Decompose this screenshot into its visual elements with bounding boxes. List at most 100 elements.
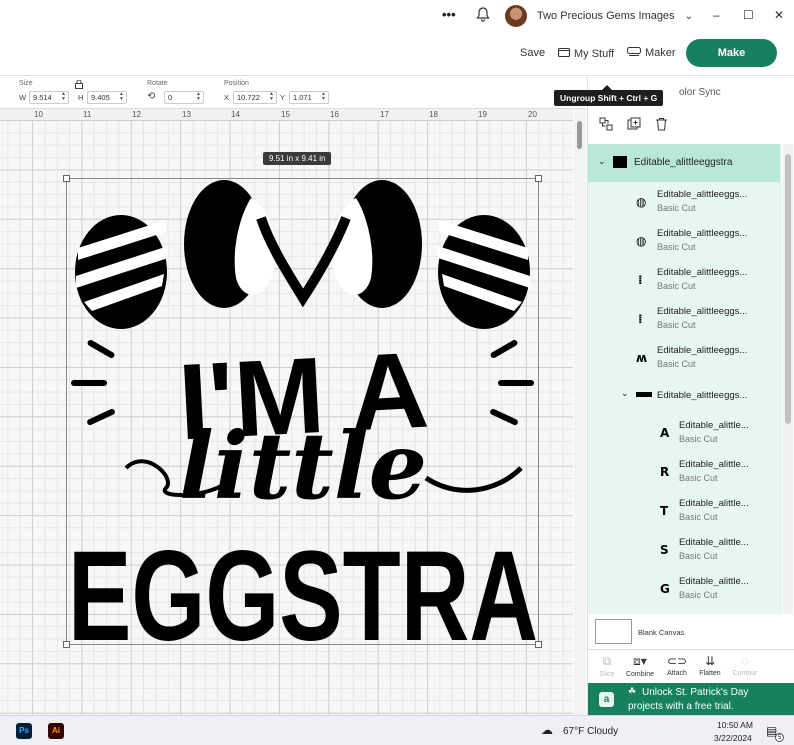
photoshop-icon[interactable]: Ps: [16, 723, 32, 739]
make-label: Make: [717, 47, 746, 59]
position-label: Position: [224, 80, 249, 87]
layer-scrollbar[interactable]: [783, 144, 793, 614]
my-stuff-button[interactable]: My Stuff: [558, 47, 614, 60]
ruler-tick: 17: [380, 110, 389, 119]
resize-handle[interactable]: [535, 641, 542, 648]
scrollbar-thumb[interactable]: [577, 121, 582, 149]
layer-group-row[interactable]: ⌄ Editable_alittleeggstra: [588, 144, 780, 182]
layer-row[interactable]: ◍ Editable_alittleeggs... Basic Cut: [588, 224, 780, 262]
clock-time[interactable]: 10:50 AM: [717, 720, 753, 730]
layer-type: Basic Cut: [679, 512, 718, 522]
maximize-button[interactable]: ☐: [743, 8, 754, 22]
group-thumbnail-icon: [613, 156, 627, 168]
egg-icon: ◍: [636, 195, 647, 209]
y-input[interactable]: 1.071 ▲ ▼: [289, 91, 329, 104]
w-label: W: [19, 93, 27, 102]
ruler-tick: 18: [429, 110, 438, 119]
rotate-label: Rotate: [147, 80, 168, 87]
contour-icon: ◌: [741, 654, 749, 668]
save-button[interactable]: Save: [520, 47, 545, 59]
combine-button[interactable]: ⧈▾ Combine: [623, 654, 657, 678]
y-label: Y: [280, 93, 286, 102]
layer-name: Editable_alittleeggs...: [657, 306, 748, 317]
make-button[interactable]: Make: [686, 39, 777, 67]
layer-subgroup-row[interactable]: ⌄ Editable_alittleeggs...: [588, 380, 780, 410]
contour-label: Contour: [732, 670, 758, 677]
minimize-button[interactable]: –: [713, 8, 720, 22]
height-value: 9.405: [91, 93, 110, 102]
resize-handle[interactable]: [535, 175, 542, 182]
save-label: Save: [520, 47, 546, 59]
selection-box[interactable]: [63, 175, 542, 648]
layer-type: Basic Cut: [657, 320, 696, 330]
layer-list[interactable]: ⌄ Editable_alittleeggstra ◍ Editable_ali…: [588, 144, 782, 614]
attach-button[interactable]: ⊂⊃ Attach: [660, 654, 694, 677]
rotate-icon: ⟲: [147, 91, 156, 102]
layer-row[interactable]: ⁞ Editable_alittleeggs... Basic Cut: [588, 302, 780, 340]
egg-icon: ◍: [636, 234, 647, 248]
clock-date[interactable]: 3/22/2024: [714, 733, 752, 743]
close-button[interactable]: ✕: [774, 8, 784, 22]
contour-button[interactable]: ◌ Contour: [728, 654, 762, 677]
layer-row[interactable]: ʍ Editable_alittleeggs... Basic Cut: [588, 341, 780, 379]
tab-color-sync[interactable]: olor Sync: [679, 87, 721, 98]
edit-toolbar: Size W 9.514 ▲ ▼ H 9.405 ▲ ▼ Rotate ⟲ 0 ▲ ▼ Po…: [0, 77, 587, 109]
slice-button[interactable]: ⧉ Slice: [590, 654, 624, 678]
subgroup-name: Editable_alittleeggs...: [657, 390, 748, 401]
promo-banner[interactable]: a ☘ Unlock St. Patrick's Day projects wi…: [588, 683, 794, 715]
bell-icon[interactable]: [476, 7, 490, 27]
layer-actions-bar: ⧉ Slice ⧈▾ Combine ⊂⊃ Attach ⇊ Flatten ◌…: [588, 649, 794, 683]
layer-row[interactable]: S Editable_alittle... Basic Cut: [588, 533, 780, 571]
resize-handle[interactable]: [63, 641, 70, 648]
ruler-tick: 15: [281, 110, 290, 119]
burst-icon: ⁞: [638, 312, 643, 326]
account-name: Two Precious Gems Images: [537, 10, 675, 22]
avatar: [505, 5, 527, 27]
ruler-tick: 20: [528, 110, 537, 119]
flatten-label: Flatten: [699, 670, 721, 677]
flatten-button[interactable]: ⇊ Flatten: [693, 654, 727, 677]
promo-icon: a: [599, 692, 614, 707]
more-icon[interactable]: •••: [442, 7, 456, 22]
blank-canvas-swatch[interactable]: [595, 619, 632, 644]
chevron-down-icon[interactable]: ⌄: [621, 388, 629, 399]
account-menu[interactable]: Two Precious Gems Images ⌄: [505, 5, 693, 27]
dimension-tooltip: 9.51 in x 9.41 in: [263, 152, 332, 165]
folder-icon: [558, 47, 570, 60]
layer-row[interactable]: ⁞ Editable_alittleeggs... Basic Cut: [588, 263, 780, 301]
blank-canvas-label: Blank Canvas: [638, 628, 685, 637]
combine-icon: ⧈▾: [633, 654, 647, 668]
resize-handle[interactable]: [63, 175, 70, 182]
layer-row[interactable]: ◍ Editable_alittleeggs... Basic Cut: [588, 185, 780, 223]
ruler-tick: 13: [182, 110, 191, 119]
rotate-input[interactable]: 0 ▲ ▼: [164, 91, 204, 104]
y-value: 1.071: [293, 93, 312, 102]
layer-row[interactable]: R Editable_alittle... Basic Cut: [588, 455, 780, 493]
chevron-down-icon[interactable]: ⌄: [598, 156, 606, 167]
combine-label: Combine: [625, 671, 654, 678]
weather-text[interactable]: 67°F Cloudy: [563, 726, 618, 737]
x-input[interactable]: 10.722 ▲ ▼: [233, 91, 277, 104]
layer-row[interactable]: A Editable_alittle... Basic Cut: [588, 416, 780, 454]
layer-name: Editable_alittleeggs...: [657, 345, 748, 356]
text-thumbnail-icon: [636, 392, 652, 397]
width-input[interactable]: 9.514 ▲ ▼: [29, 91, 69, 104]
layer-name: Editable_alittleeggs...: [657, 228, 748, 239]
weather-icon: ☁: [541, 723, 553, 737]
layer-row[interactable]: G Editable_alittle... Basic Cut: [588, 572, 780, 610]
illustrator-icon[interactable]: Ai: [48, 723, 64, 739]
layer-type: Basic Cut: [679, 590, 718, 600]
maker-button[interactable]: Maker: [627, 47, 676, 59]
lock-icon[interactable]: [75, 79, 83, 91]
scrollbar-thumb[interactable]: [785, 154, 791, 424]
ungroup-icon[interactable]: [599, 117, 613, 134]
clover-icon: ☘: [628, 686, 637, 696]
height-input[interactable]: 9.405 ▲ ▼: [87, 91, 127, 104]
delete-icon[interactable]: [655, 117, 668, 134]
flatten-icon: ⇊: [704, 654, 716, 668]
layer-name: Editable_alittle...: [679, 576, 749, 587]
layer-row[interactable]: T Editable_alittle... Basic Cut: [588, 494, 780, 532]
layer-type: Basic Cut: [657, 281, 696, 291]
canvas-scrollbar[interactable]: [574, 109, 586, 715]
duplicate-icon[interactable]: [627, 117, 641, 134]
